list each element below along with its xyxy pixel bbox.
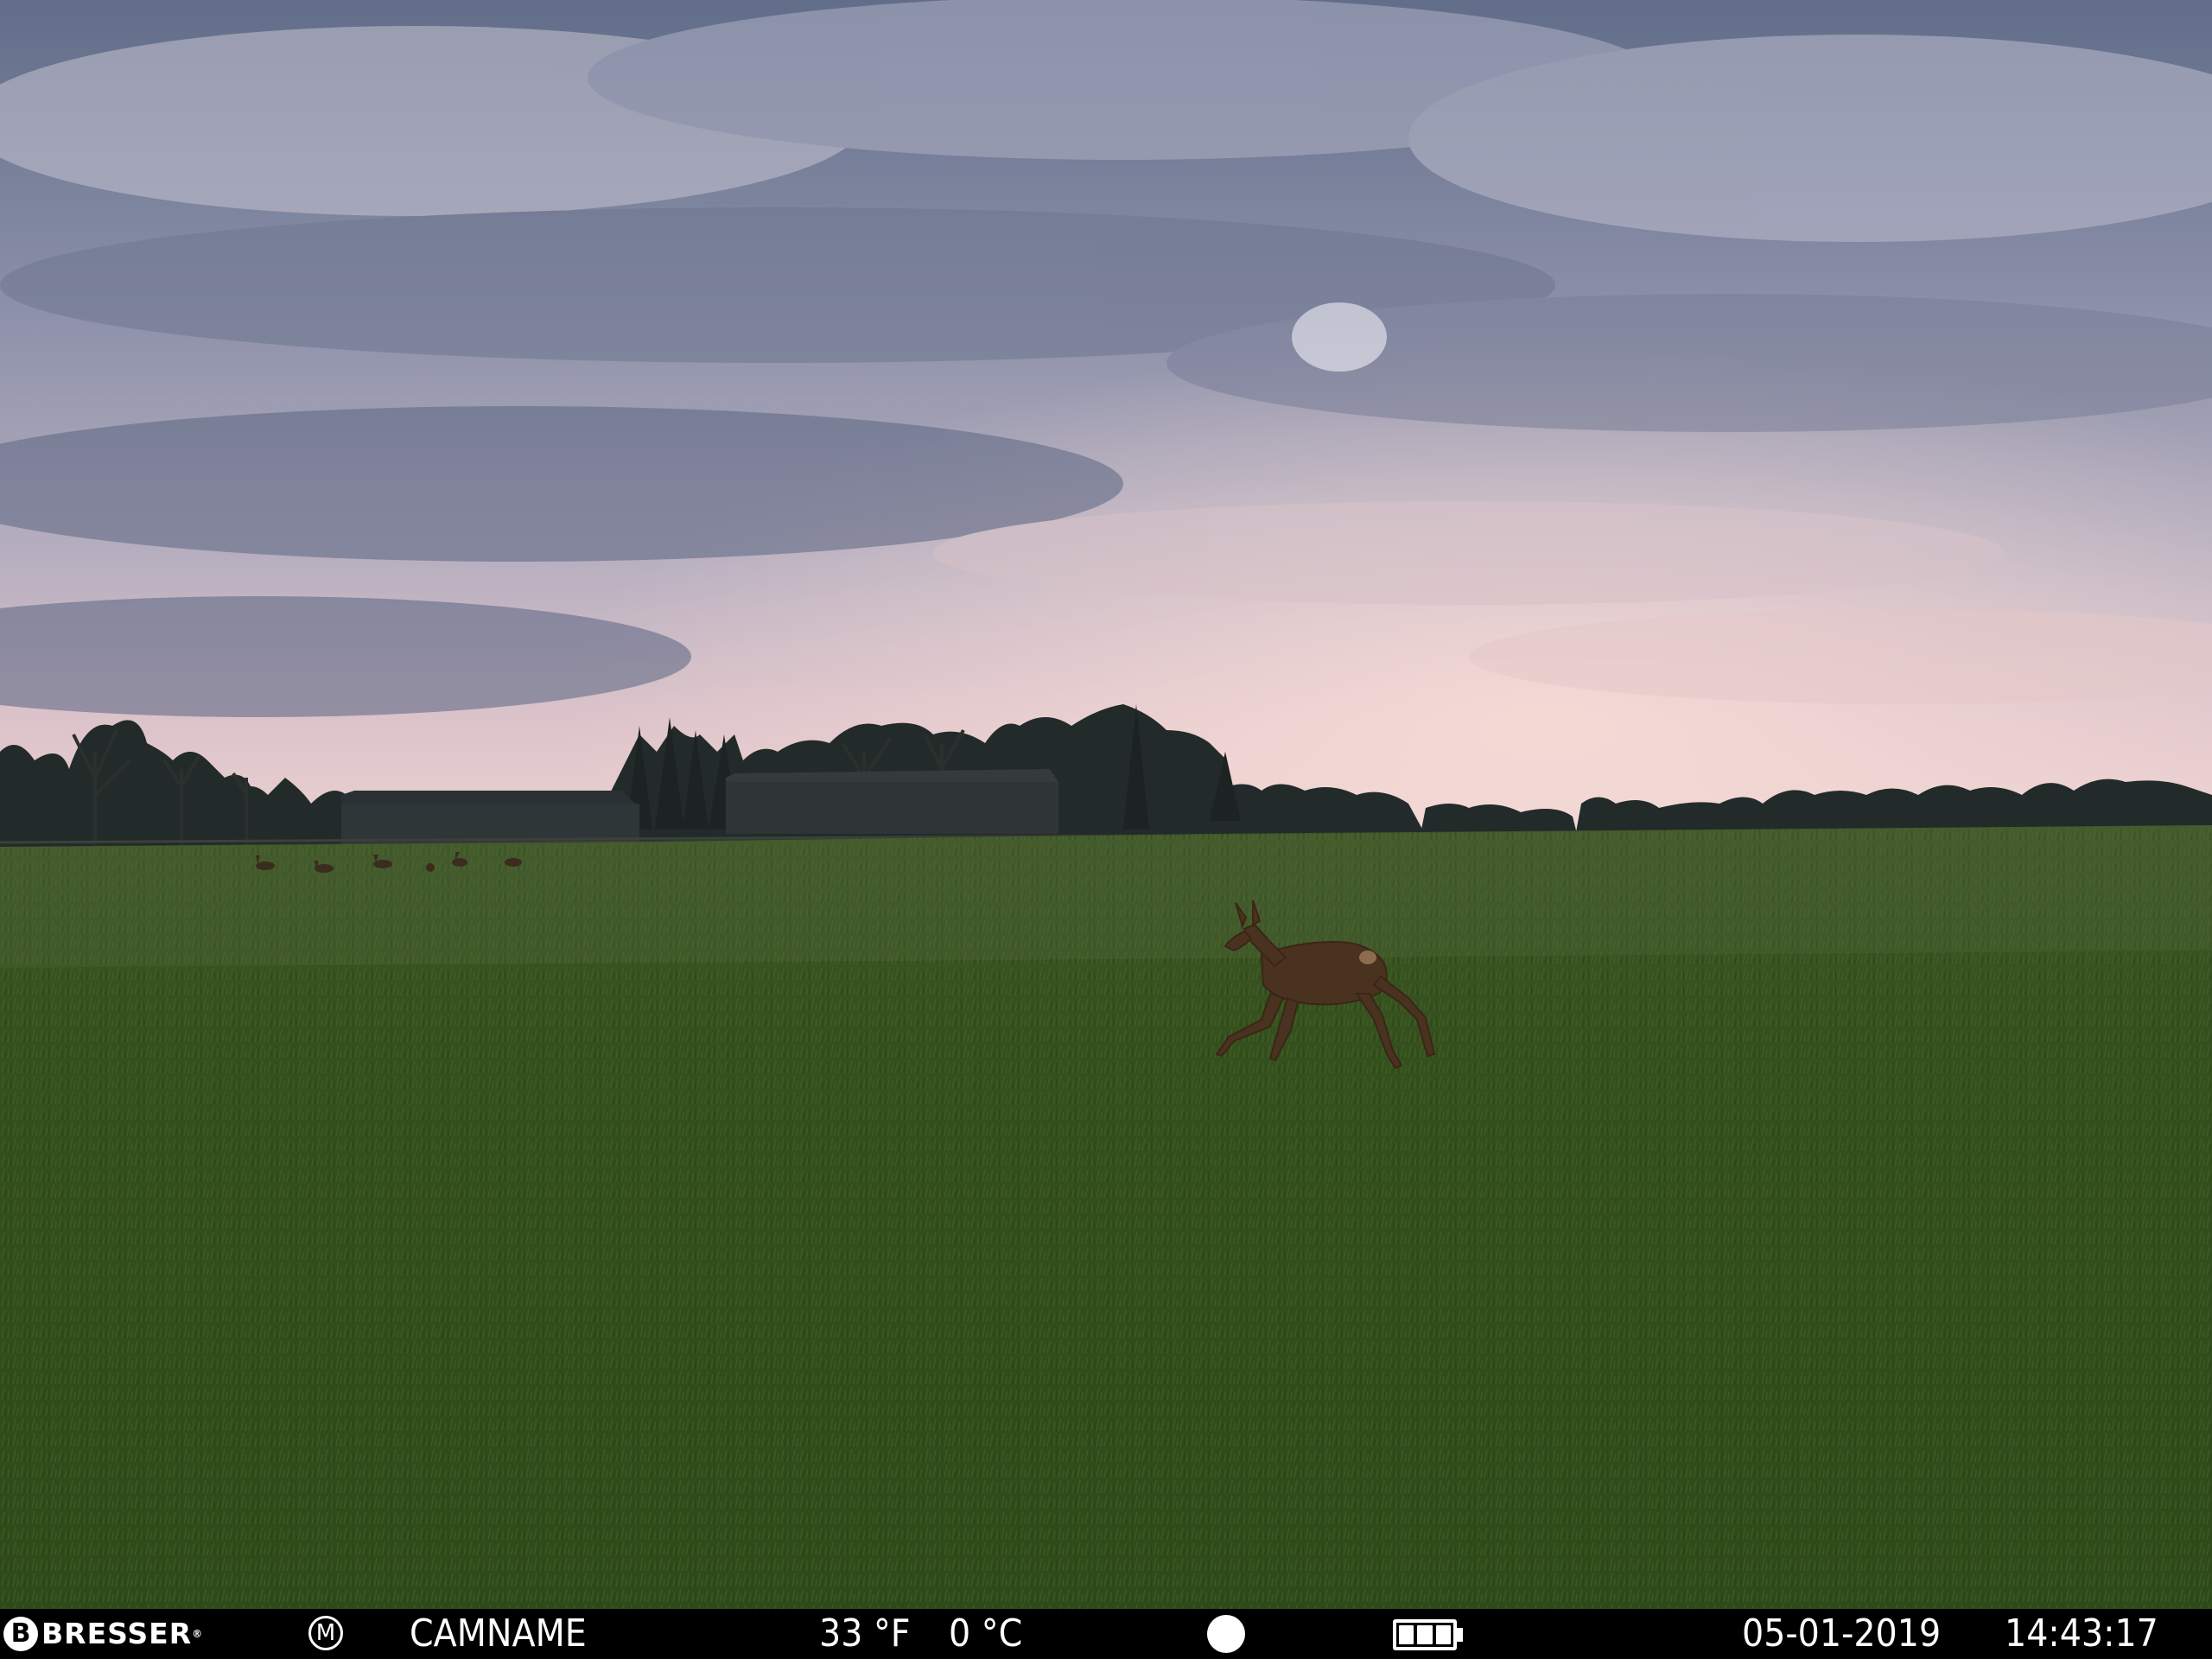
brand-name: BRESSER® [41, 1617, 204, 1650]
time-stamp: 14:43:17 [2005, 1611, 2158, 1656]
camera-info-bar: B BRESSER® M CAMNAME 33 °F 0 °C 05-01-20… [0, 1609, 2212, 1659]
mode-badge: M [308, 1616, 343, 1650]
trail-camera-photo [0, 0, 2212, 1609]
camera-name: CAMNAME [410, 1611, 587, 1656]
dot-icon [1207, 1615, 1245, 1653]
date-stamp: 05-01-2019 [1742, 1611, 1942, 1656]
temperature-fahrenheit: 33 °F [819, 1611, 911, 1656]
brand-mark-icon: B [3, 1617, 38, 1651]
battery-cap [1457, 1628, 1463, 1642]
temperature-celsius: 0 °C [949, 1611, 1023, 1656]
brand-logo: B BRESSER® [3, 1617, 203, 1651]
battery-icon [1393, 1619, 1457, 1650]
